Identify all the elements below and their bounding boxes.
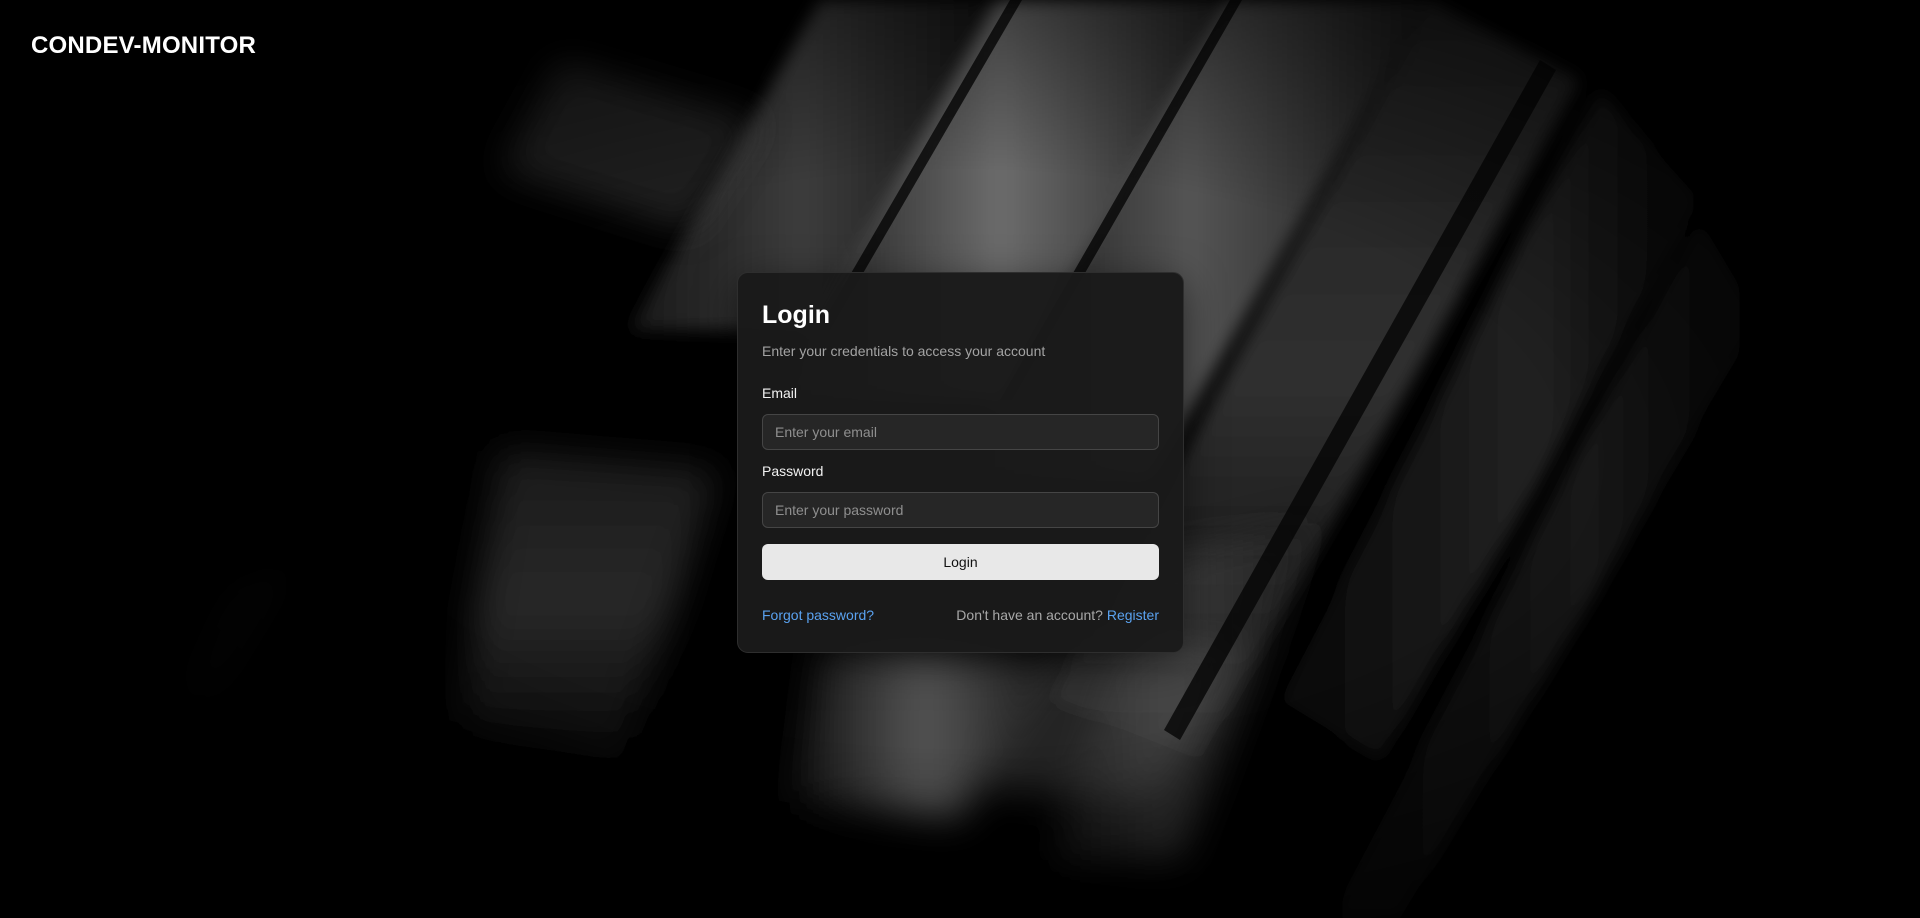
- login-title: Login: [762, 301, 831, 329]
- password-label: Password: [762, 463, 824, 479]
- login-button[interactable]: Login: [762, 544, 1159, 580]
- forgot-password-link[interactable]: Forgot password?: [762, 606, 874, 624]
- login-page: CONDEV-MONITOR Login Enter your credenti…: [0, 0, 1920, 918]
- login-footer: Forgot password? Don't have an account? …: [762, 606, 1159, 624]
- login-subtitle: Enter your credentials to access your ac…: [762, 343, 1046, 359]
- app-brand-title: CONDEV-MONITOR: [31, 32, 257, 59]
- no-account-text: Don't have an account?: [956, 607, 1103, 623]
- email-input[interactable]: [762, 414, 1159, 450]
- email-label: Email: [762, 385, 798, 401]
- register-prompt: Don't have an account? Register: [956, 606, 1159, 624]
- register-link[interactable]: Register: [1107, 607, 1159, 623]
- login-card: Login Enter your credentials to access y…: [737, 272, 1184, 653]
- password-input[interactable]: [762, 492, 1159, 528]
